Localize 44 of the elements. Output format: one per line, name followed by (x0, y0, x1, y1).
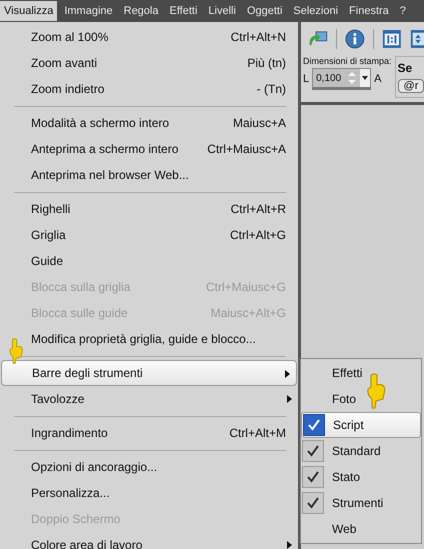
menu-bar-item[interactable]: Immagine (60, 2, 117, 20)
menu-item[interactable]: Barre degli strumenti (1, 360, 297, 386)
menu-item[interactable]: Anteprima a schermo intero Ctrl+Maiusc+A (0, 136, 298, 162)
menu-bar-item[interactable]: Selezioni (289, 2, 342, 20)
menu-bar-item[interactable]: Effetti (165, 2, 202, 20)
submenu-item[interactable]: Effetti (301, 360, 421, 386)
menu-item[interactable]: Personalizza... (0, 480, 298, 506)
menu-item[interactable]: Guide (0, 248, 298, 274)
height-label: A (374, 73, 382, 85)
menu-item[interactable]: Griglia Ctrl+Alt+G (0, 222, 298, 248)
menu-item[interactable]: Ingrandimento Ctrl+Alt+M (0, 420, 298, 446)
menu-bar-item[interactable]: Oggetti (242, 2, 286, 20)
menu-item[interactable]: Zoom al 100% Ctrl+Alt+N (0, 24, 298, 50)
submenu-item[interactable]: Stato (301, 464, 421, 490)
menu-item[interactable]: Opzioni di ancoraggio... (0, 454, 298, 480)
width-label: L (303, 73, 310, 85)
menu-bar-item[interactable]: Visualizza (0, 1, 58, 21)
submenu-item[interactable]: Web (301, 516, 421, 542)
pointing-hand-icon (8, 338, 24, 364)
submenu-item[interactable]: Standard (301, 438, 421, 464)
menu-bar-item[interactable]: Regola (120, 2, 162, 20)
menu-item[interactable]: Modifica proprietà griglia, guide e blocco... (0, 326, 298, 352)
fit-window-icon[interactable] (410, 28, 424, 50)
menu-item[interactable]: Tavolozze (0, 386, 298, 412)
width-field[interactable]: 0,100 (312, 68, 372, 90)
pointing-hand-icon (365, 373, 387, 409)
dropdown-icon[interactable] (360, 69, 370, 87)
menu-item[interactable]: Colore area di lavoro (0, 532, 298, 549)
preset-chip[interactable]: @r (398, 79, 424, 93)
menu-item[interactable]: Zoom indietro - (Tn) (0, 76, 298, 102)
submenu-item[interactable]: Strumenti (301, 490, 421, 516)
panel-title: Se (398, 61, 414, 75)
menu-item[interactable]: Modalità a schermo intero Maiusc+A (0, 110, 298, 136)
print-size-label: Dimensioni di stampa: (303, 56, 392, 66)
actual-size-icon[interactable] (382, 28, 402, 50)
info-icon[interactable] (345, 28, 366, 50)
menu-item[interactable]: Anteprima nel browser Web... (0, 162, 298, 188)
menu-item[interactable]: Righelli Ctrl+Alt+R (0, 196, 298, 222)
menu-bar-item[interactable]: Livelli (204, 2, 240, 20)
menu-bar-item[interactable]: Finestra (345, 2, 393, 20)
submenu-item[interactable]: Script (301, 412, 421, 438)
submenu-item[interactable]: Foto (301, 386, 421, 412)
menu-bar-item[interactable]: ? (396, 2, 410, 20)
menu-item[interactable]: Zoom avanti Più (tn) (0, 50, 298, 76)
